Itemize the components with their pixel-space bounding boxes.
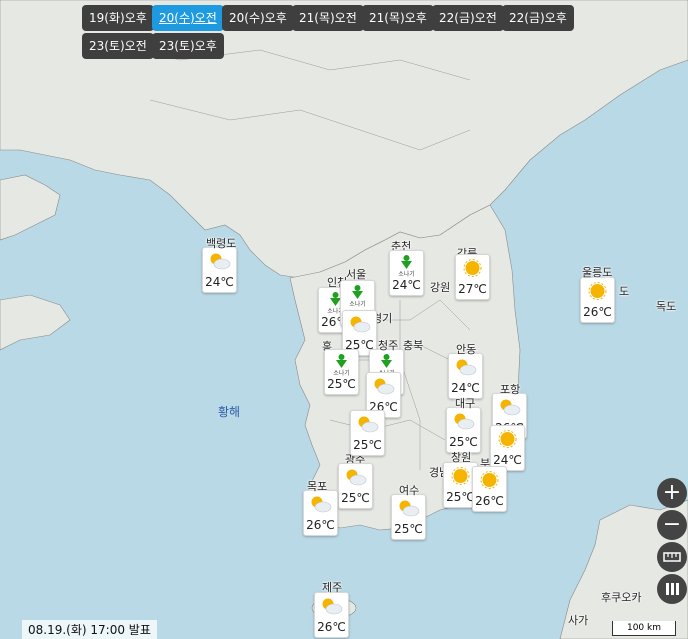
partly-cloudy-icon	[210, 253, 231, 270]
station-card-16[interactable]: 26℃	[303, 490, 338, 536]
station-card-13[interactable]: 24℃	[490, 425, 525, 471]
station-temperature: 25℃	[327, 377, 356, 391]
partly-cloudy-icon	[346, 469, 367, 486]
station-name: 청주	[378, 339, 399, 352]
label-saga: 사가	[568, 614, 589, 627]
partly-cloudy-icon	[456, 359, 477, 376]
station-name: 제주	[322, 581, 343, 594]
station-name: 여수	[399, 484, 420, 497]
station-temperature: 26℃	[583, 305, 612, 319]
partly-cloudy-icon	[500, 399, 521, 416]
sun-icon	[480, 471, 499, 489]
shandong-peninsula	[0, 294, 71, 351]
station-name: 울릉도	[582, 266, 613, 279]
partly-cloudy-icon	[322, 598, 343, 615]
station-card-19[interactable]: 26℃	[472, 466, 507, 512]
station-card-11[interactable]: 25℃	[446, 407, 481, 453]
weather-note: 소나기	[333, 370, 350, 377]
zoom-in-button[interactable]: +	[657, 478, 687, 508]
station-card-15[interactable]: 25℃	[338, 463, 373, 509]
station-card-3[interactable]: 26℃	[580, 277, 615, 323]
sun-icon	[451, 467, 470, 485]
station-card-14[interactable]: 25℃	[350, 410, 385, 456]
station-temperature: 24℃	[392, 278, 421, 292]
partly-cloudy-icon	[358, 416, 379, 433]
station-temperature: 26℃	[317, 620, 346, 634]
station-temperature: 26℃	[306, 518, 335, 532]
label-chungbuk: 충북	[403, 339, 424, 352]
station-card-1[interactable]: 소나기 24℃	[389, 250, 424, 296]
sun-icon	[463, 259, 482, 277]
label-dokdo: 독도	[656, 300, 677, 313]
weather-note: 소나기	[398, 271, 415, 278]
station-name: 서울	[346, 268, 367, 281]
scale-bar: 100 km	[612, 621, 676, 636]
station-name: 안동	[456, 343, 477, 356]
station-card-17[interactable]: 25℃	[391, 494, 426, 540]
station-temperature: 24℃	[493, 453, 522, 467]
partly-cloudy-icon	[374, 378, 395, 395]
station-temperature: 24℃	[451, 381, 480, 395]
station-name: 목포	[307, 480, 328, 493]
partly-cloudy-icon	[399, 500, 420, 517]
station-temperature: 25℃	[353, 438, 382, 452]
tab-22-pm[interactable]: 22(금)오후	[502, 5, 574, 31]
tab-22-am[interactable]: 22(금)오전	[432, 5, 504, 31]
station-name: 포항	[500, 383, 521, 396]
label-dokdo-prefix: 도	[619, 285, 630, 298]
tab-23-pm[interactable]: 23(토)오후	[152, 33, 224, 59]
tab-20-pm[interactable]: 20(수)오후	[222, 5, 294, 31]
station-temperature: 26℃	[475, 494, 504, 508]
station-temperature: 25℃	[449, 435, 478, 449]
weather-map[interactable]: 19(화)오후 20(수)오전 20(수)오후 21(목)오전 21(목)오후 …	[0, 0, 688, 639]
station-card-0[interactable]: 24℃	[202, 247, 237, 293]
partly-cloudy-icon	[350, 316, 371, 333]
liaodong-peninsula	[0, 174, 61, 241]
ruler-icon[interactable]	[657, 542, 687, 572]
label-fukuoka: 후쿠오카	[601, 591, 642, 604]
station-temperature: 27℃	[458, 282, 487, 296]
station-name: 창원	[451, 451, 472, 464]
station-card-2[interactable]: 27℃	[455, 254, 490, 300]
station-name: 대구	[455, 397, 476, 410]
layers-icon[interactable]	[657, 574, 687, 604]
station-name: 백령도	[206, 237, 237, 250]
label-gangwon: 강원	[430, 281, 451, 294]
issued-time: 08.19.(화) 17:00 발표	[22, 620, 157, 639]
station-temperature: 25℃	[341, 491, 370, 505]
station-temperature: 25℃	[394, 522, 423, 536]
station-card-7[interactable]: 소나기 25℃	[324, 349, 359, 395]
tab-21-pm[interactable]: 21(목)오후	[362, 5, 434, 31]
station-card-20[interactable]: 26℃	[314, 592, 349, 638]
partly-cloudy-icon	[311, 496, 332, 513]
station-temperature: 24℃	[205, 275, 234, 289]
zoom-out-button[interactable]: −	[657, 510, 687, 540]
tab-20-am[interactable]: 20(수)오전	[152, 5, 224, 31]
tab-21-am[interactable]: 21(목)오전	[292, 5, 364, 31]
tab-23-am[interactable]: 23(토)오전	[82, 33, 154, 59]
partly-cloudy-icon	[454, 413, 475, 430]
sun-icon	[498, 430, 517, 448]
station-card-10[interactable]: 24℃	[448, 353, 483, 399]
sun-icon	[588, 282, 607, 300]
sea-label-yellow-sea: 황해	[218, 405, 241, 419]
weather-note: 소나기	[349, 301, 366, 308]
tab-19-pm[interactable]: 19(화)오후	[82, 5, 154, 31]
